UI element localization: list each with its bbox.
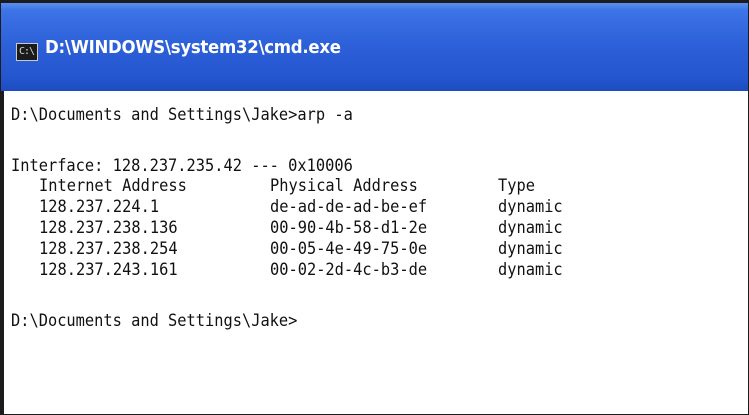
interface-line: Interface: 128.237.235.42 --- 0x10006 — [11, 156, 353, 175]
ip-address: 128.237.243.161 — [39, 260, 178, 279]
ip-address: 128.237.224.1 — [39, 197, 160, 216]
console-output[interactable]: D:\Documents and Settings\Jake>arp -a In… — [1, 91, 748, 414]
table-row: 128.237.224.1 de-ad-de-ad-be-ef dynamic — [4, 196, 749, 217]
entry-type: dynamic — [498, 218, 563, 237]
entry-type: dynamic — [498, 239, 563, 258]
ip-address: 128.237.238.136 — [39, 218, 178, 237]
header-physical-address: Physical Address — [270, 176, 418, 195]
table-header-row: Internet Address Physical Address Type — [4, 175, 749, 196]
title-bar[interactable]: C:\ D:\WINDOWS\system32\cmd.exe — [1, 1, 748, 91]
table-row: 128.237.238.136 00-90-4b-58-d1-2e dynami… — [4, 217, 749, 238]
mac-address: 00-90-4b-58-d1-2e — [270, 218, 428, 237]
table-row: 128.237.238.254 00-05-4e-49-75-0e dynami… — [4, 238, 749, 259]
cmd-icon[interactable]: C:\ — [16, 43, 38, 61]
command-prompt: D:\Documents and Settings\Jake> — [11, 311, 298, 330]
table-row: 128.237.243.161 00-02-2d-4c-b3-de dynami… — [4, 259, 749, 280]
ip-address: 128.237.238.254 — [39, 239, 178, 258]
command-line: D:\Documents and Settings\Jake>arp -a — [11, 105, 353, 124]
mac-address: 00-02-2d-4c-b3-de — [270, 260, 428, 279]
cmd-window: C:\ D:\WINDOWS\system32\cmd.exe D:\Docum… — [0, 0, 749, 415]
entry-type: dynamic — [498, 260, 563, 279]
header-type: Type — [498, 176, 535, 195]
mac-address: de-ad-de-ad-be-ef — [270, 197, 428, 216]
entry-type: dynamic — [498, 197, 563, 216]
mac-address: 00-05-4e-49-75-0e — [270, 239, 428, 258]
header-internet-address: Internet Address — [39, 176, 187, 195]
window-title: D:\WINDOWS\system32\cmd.exe — [45, 37, 341, 58]
